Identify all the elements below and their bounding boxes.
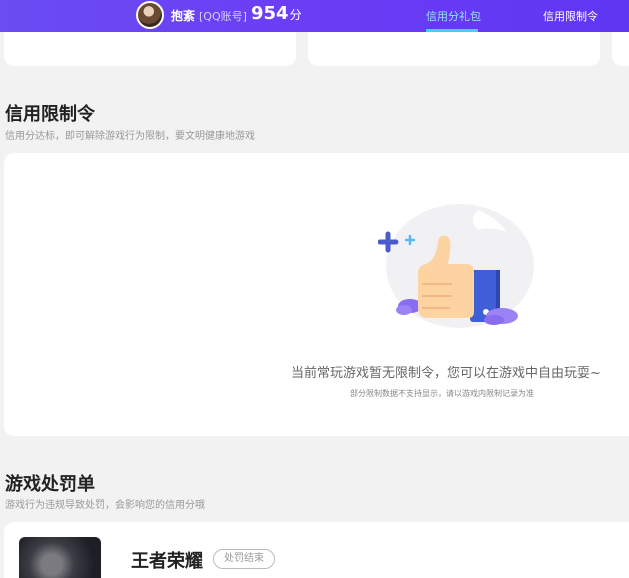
- empty-restriction-note: 部分限制数据不支持显示，请以游戏内限制记录为准: [350, 389, 534, 398]
- score-value: 954: [251, 3, 289, 24]
- tab-credit-restriction[interactable]: 信用限制令: [543, 8, 598, 24]
- restriction-section-subtitle: 信用分达标，即可解除游戏行为限制，要文明健康地游戏: [5, 131, 255, 142]
- thumbs-up-illustration: [378, 204, 534, 328]
- credit-score: 954分: [251, 3, 302, 24]
- user-avatar[interactable]: [136, 1, 164, 29]
- account-type: [QQ账号]: [199, 10, 247, 23]
- user-info: 抱紊 [QQ账号]: [171, 7, 247, 24]
- top-bar: 抱紊 [QQ账号] 954分 信用分礼包 信用限制令: [0, 0, 629, 32]
- score-unit: 分: [289, 8, 302, 22]
- penalty-section-title: 游戏处罚单: [5, 474, 95, 495]
- empty-restriction-message: 当前常玩游戏暂无限制令，您可以在游戏中自由玩耍~: [291, 366, 601, 381]
- restriction-section-title: 信用限制令: [5, 104, 95, 125]
- username: 抱紊: [171, 9, 196, 23]
- game-name: 王者荣耀: [131, 551, 203, 572]
- penalty-section-subtitle: 游戏行为违规导致处罚，会影响您的信用分哦: [5, 500, 205, 511]
- gift-card-3[interactable]: [612, 32, 629, 66]
- gift-card-1[interactable]: [4, 32, 296, 66]
- gift-card-2[interactable]: [308, 32, 600, 66]
- tab-credit-gift[interactable]: 信用分礼包: [426, 8, 481, 24]
- game-thumbnail: [19, 537, 101, 578]
- penalty-status-badge: 处罚结束: [213, 549, 275, 569]
